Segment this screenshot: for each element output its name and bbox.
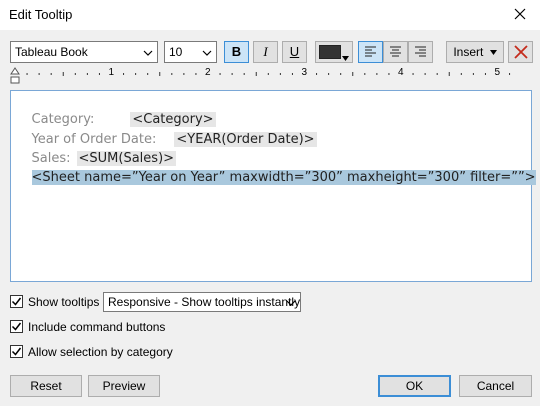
preview-button[interactable]: Preview: [88, 375, 160, 397]
ruler-number: 3: [301, 67, 308, 78]
close-icon[interactable]: [510, 4, 530, 24]
align-left-icon: [365, 46, 376, 57]
cancel-button[interactable]: Cancel: [459, 375, 532, 397]
checkmark-icon: [11, 297, 22, 306]
italic-button[interactable]: I: [253, 41, 278, 63]
editor-line-sheet: <Sheet name=”Year on Year” maxwidth=”300…: [15, 155, 536, 200]
underline-button[interactable]: U: [282, 41, 307, 63]
align-left-button[interactable]: [358, 41, 383, 63]
insert-button[interactable]: Insert: [446, 41, 504, 63]
font-family-dropdown[interactable]: Tableau Book: [10, 41, 158, 63]
sheet-tag-selection: <Sheet name=”Year on Year” maxwidth=”300…: [31, 170, 536, 185]
checkmark-icon: [11, 347, 22, 356]
align-center-button[interactable]: [383, 41, 408, 63]
ruler-number: 4: [398, 67, 404, 78]
chevron-down-icon: [143, 47, 153, 57]
align-right-button[interactable]: [408, 41, 433, 63]
font-size-value: 10: [169, 45, 183, 59]
bold-button[interactable]: B: [224, 41, 249, 63]
chevron-down-icon: [202, 47, 212, 57]
year-field: <YEAR(Order Date)>: [174, 132, 317, 147]
show-tooltips-label: Show tooltips: [28, 295, 100, 309]
caret-down-icon: [342, 50, 349, 61]
show-tooltips-checkbox[interactable]: [10, 295, 23, 308]
title-bar: Edit Tooltip: [0, 0, 540, 30]
tooltip-mode-value: Responsive - Show tooltips instantly: [108, 295, 301, 309]
ruler-number: 1: [108, 67, 115, 78]
font-size-dropdown[interactable]: 10: [164, 41, 217, 63]
checkmark-icon: [11, 322, 22, 331]
allow-selection-label: Allow selection by category: [28, 345, 173, 359]
font-family-value: Tableau Book: [15, 45, 88, 59]
ruler-number: 5: [494, 67, 501, 78]
include-command-buttons-label: Include command buttons: [28, 320, 166, 334]
allow-selection-checkbox[interactable]: [10, 345, 23, 358]
ok-button[interactable]: OK: [378, 375, 451, 397]
include-command-buttons-checkbox[interactable]: [10, 320, 23, 333]
tooltip-mode-dropdown[interactable]: Responsive - Show tooltips instantly: [103, 292, 301, 312]
clear-formatting-button[interactable]: [508, 41, 533, 63]
align-right-icon: [415, 46, 426, 57]
ruler: 1 2 3 4 5: [9, 66, 531, 86]
font-color-button[interactable]: [315, 41, 353, 63]
dialog-title: Edit Tooltip: [9, 7, 73, 22]
clear-icon: [513, 45, 528, 59]
tooltip-editor[interactable]: Category: <Category> Year of Order Date: <…: [10, 90, 536, 282]
align-center-icon: [390, 46, 401, 57]
ruler-ticks: [10, 67, 511, 84]
chevron-down-icon: [286, 297, 296, 307]
insert-label: Insert: [453, 45, 484, 59]
reset-button[interactable]: Reset: [10, 375, 82, 397]
ruler-number: 2: [205, 67, 211, 78]
font-color-swatch: [319, 45, 341, 59]
caret-down-icon: [489, 50, 497, 56]
